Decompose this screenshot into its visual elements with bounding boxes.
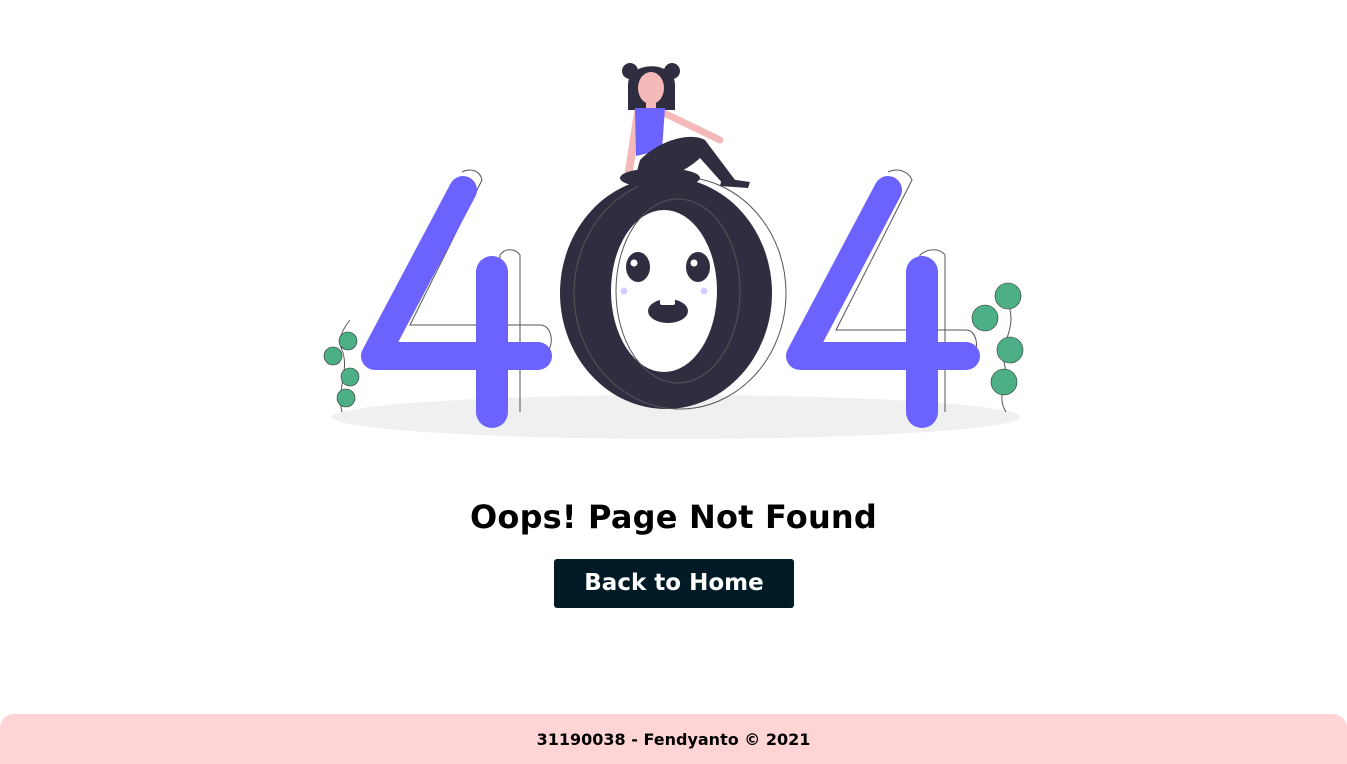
- 404-illustration: [323, 63, 1024, 439]
- left-plant-icon: [323, 319, 360, 413]
- digit-4-left: [361, 176, 552, 428]
- page: Oops! Page Not Found Back to Home 311900…: [0, 0, 1347, 764]
- sitting-woman-icon: [620, 63, 750, 188]
- back-to-home-button[interactable]: Back to Home: [554, 559, 794, 608]
- footer-text: 31190038 - Fendyanto © 2021: [536, 730, 811, 749]
- footer: 31190038 - Fendyanto © 2021: [0, 714, 1347, 764]
- page-title: Oops! Page Not Found: [469, 498, 878, 536]
- digit-0: [560, 176, 787, 410]
- digit-4-right: [786, 176, 980, 428]
- right-plant-icon: [971, 282, 1024, 413]
